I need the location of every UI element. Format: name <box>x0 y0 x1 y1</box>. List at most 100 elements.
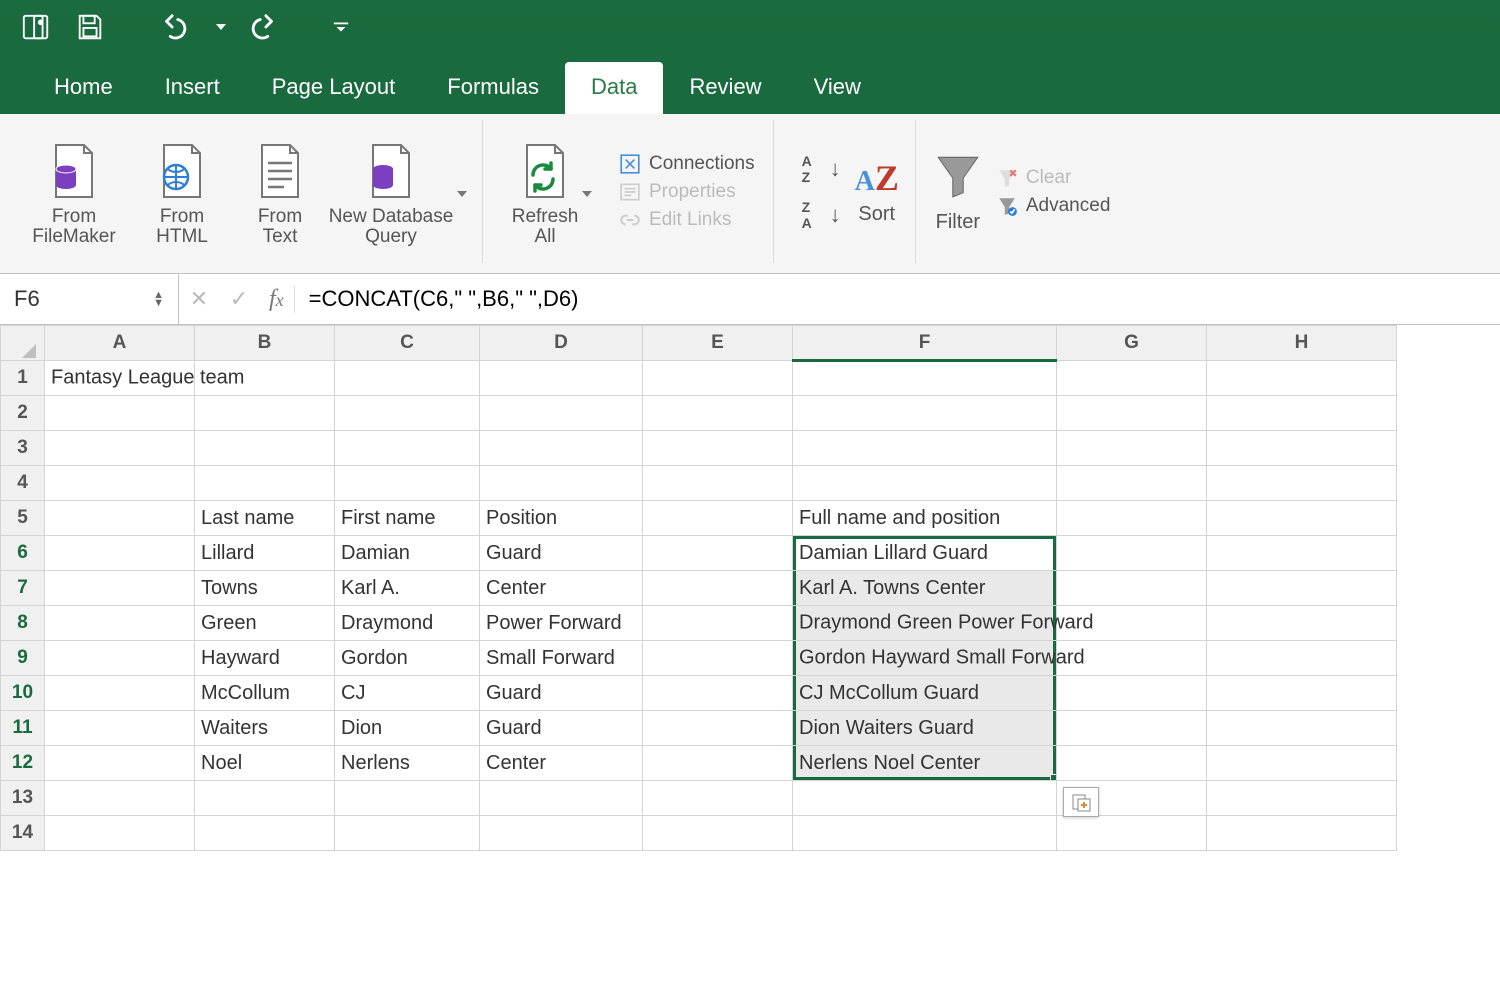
tab-review[interactable]: Review <box>663 62 787 114</box>
cell[interactable] <box>1207 466 1397 501</box>
column-header[interactable]: H <box>1207 326 1397 361</box>
cell[interactable] <box>45 606 195 641</box>
cell[interactable] <box>643 571 793 606</box>
cell[interactable]: Draymond Green Power Forward <box>793 606 1057 641</box>
cell[interactable] <box>1057 501 1207 536</box>
cell[interactable]: Full name and position <box>793 501 1057 536</box>
column-header[interactable]: A <box>45 326 195 361</box>
cell[interactable] <box>643 816 793 851</box>
row-header[interactable]: 8 <box>1 606 45 641</box>
cell[interactable] <box>1057 536 1207 571</box>
cell[interactable] <box>195 781 335 816</box>
cell[interactable]: Position <box>480 501 643 536</box>
cell[interactable] <box>1057 711 1207 746</box>
cell[interactable] <box>1057 746 1207 781</box>
cell[interactable] <box>1207 641 1397 676</box>
row-header[interactable]: 13 <box>1 781 45 816</box>
row-header[interactable]: 11 <box>1 711 45 746</box>
cell[interactable] <box>45 396 195 431</box>
from-filemaker-button[interactable]: FromFileMaker <box>20 137 128 247</box>
from-text-button[interactable]: FromText <box>236 137 324 247</box>
cell[interactable]: Nerlens Noel Center <box>793 746 1057 781</box>
cell[interactable] <box>480 781 643 816</box>
cell[interactable] <box>793 431 1057 466</box>
cell[interactable] <box>1207 501 1397 536</box>
row-header[interactable]: 14 <box>1 816 45 851</box>
redo-icon[interactable] <box>248 11 280 43</box>
row-header[interactable]: 5 <box>1 501 45 536</box>
cell[interactable]: Gordon Hayward Small Forward <box>793 641 1057 676</box>
row-header[interactable]: 10 <box>1 676 45 711</box>
cell[interactable]: Last name <box>195 501 335 536</box>
cell[interactable]: Karl A. Towns Center <box>793 571 1057 606</box>
cell[interactable]: Small Forward <box>480 641 643 676</box>
tab-formulas[interactable]: Formulas <box>421 62 565 114</box>
cell[interactable] <box>1207 571 1397 606</box>
tab-view[interactable]: View <box>788 62 887 114</box>
cell[interactable] <box>1057 396 1207 431</box>
row-header[interactable]: 4 <box>1 466 45 501</box>
cell[interactable] <box>45 746 195 781</box>
sort-descending-button[interactable]: ZA ↓ <box>792 202 841 228</box>
cell[interactable]: Damian <box>335 536 480 571</box>
sort-button[interactable]: AZ Sort <box>849 157 905 226</box>
new-database-query-button[interactable]: New DatabaseQuery <box>324 137 472 247</box>
cell[interactable]: Gordon <box>335 641 480 676</box>
row-header[interactable]: 3 <box>1 431 45 466</box>
row-header[interactable]: 1 <box>1 361 45 396</box>
cell[interactable] <box>1207 816 1397 851</box>
cell[interactable]: Waiters <box>195 711 335 746</box>
spreadsheet-grid[interactable]: ABCDEFGH1Fantasy League team2345Last nam… <box>0 325 1500 851</box>
column-header[interactable]: G <box>1057 326 1207 361</box>
name-box-stepper-icon[interactable]: ▲▼ <box>153 291 164 307</box>
cell[interactable] <box>1057 571 1207 606</box>
cell[interactable] <box>1057 431 1207 466</box>
cell[interactable] <box>793 396 1057 431</box>
customize-qat-icon[interactable] <box>332 11 350 43</box>
cell[interactable] <box>1207 431 1397 466</box>
cell[interactable] <box>195 431 335 466</box>
cell[interactable] <box>793 361 1057 396</box>
cell[interactable] <box>1207 781 1397 816</box>
cell[interactable] <box>45 466 195 501</box>
cell[interactable] <box>1057 641 1207 676</box>
cell[interactable] <box>195 396 335 431</box>
cell[interactable]: Green <box>195 606 335 641</box>
cell[interactable] <box>1207 536 1397 571</box>
tab-home[interactable]: Home <box>28 62 139 114</box>
cell[interactable] <box>335 816 480 851</box>
tab-insert[interactable]: Insert <box>139 62 246 114</box>
cell[interactable] <box>45 816 195 851</box>
cell[interactable] <box>793 816 1057 851</box>
cell[interactable] <box>45 676 195 711</box>
sort-ascending-button[interactable]: AZ ↓ <box>792 156 841 182</box>
accept-formula-icon[interactable]: ✓ <box>219 286 259 312</box>
cell[interactable] <box>1057 676 1207 711</box>
column-header[interactable]: F <box>793 326 1057 361</box>
cell[interactable]: Guard <box>480 536 643 571</box>
cell[interactable]: Guard <box>480 676 643 711</box>
cell[interactable] <box>1057 816 1207 851</box>
cell[interactable] <box>643 361 793 396</box>
cell[interactable] <box>1057 466 1207 501</box>
cell[interactable]: CJ McCollum Guard <box>793 676 1057 711</box>
cell[interactable]: Center <box>480 571 643 606</box>
cell[interactable] <box>45 571 195 606</box>
cell[interactable] <box>1207 396 1397 431</box>
cell[interactable] <box>335 396 480 431</box>
cell[interactable] <box>1207 711 1397 746</box>
refresh-all-button[interactable]: RefreshAll <box>493 137 611 247</box>
cell[interactable] <box>643 711 793 746</box>
fill-handle[interactable] <box>1050 774 1057 781</box>
cell[interactable]: Karl A. <box>335 571 480 606</box>
chevron-down-icon[interactable] <box>582 191 592 197</box>
cell[interactable]: Nerlens <box>335 746 480 781</box>
cell[interactable] <box>643 396 793 431</box>
column-header[interactable]: B <box>195 326 335 361</box>
row-header[interactable]: 7 <box>1 571 45 606</box>
cell[interactable] <box>195 816 335 851</box>
cell[interactable] <box>1057 606 1207 641</box>
cell[interactable] <box>45 711 195 746</box>
paste-options-button[interactable] <box>1063 787 1099 817</box>
undo-icon[interactable] <box>158 11 190 43</box>
